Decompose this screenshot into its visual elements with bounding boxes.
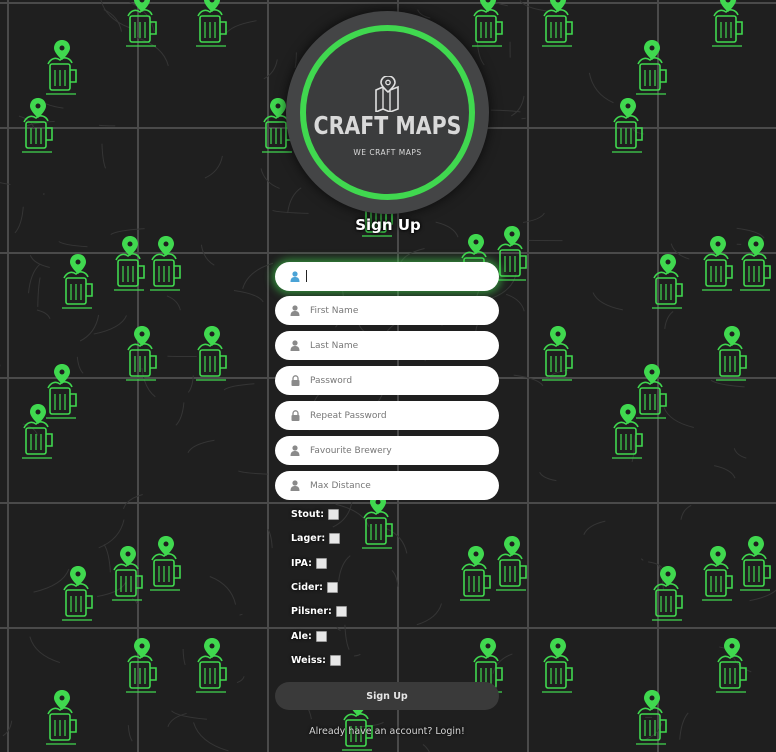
logo-badge: CRAFT MAPS WE CRAFT MAPS: [286, 11, 489, 214]
last-name-input[interactable]: [310, 340, 480, 351]
last-name-field[interactable]: [275, 331, 499, 360]
repeat-password-field[interactable]: [275, 401, 499, 430]
checkbox-label: Weiss:: [291, 654, 326, 666]
repeat-password-input[interactable]: [310, 410, 480, 421]
user-icon: [289, 445, 301, 457]
lager-checkbox[interactable]: [329, 532, 341, 544]
checkbox-label: Ale:: [291, 630, 312, 642]
page-title: Sign Up: [355, 216, 421, 234]
pilsner-option: Pilsner:: [291, 604, 347, 618]
text-caret: [306, 270, 307, 282]
lock-icon: [289, 375, 301, 387]
lager-option: Lager:: [291, 531, 341, 545]
map-pin-icon: [375, 76, 399, 112]
first-name-field[interactable]: [275, 296, 499, 325]
logo-title: CRAFT MAPS: [313, 111, 462, 140]
user-icon: [289, 340, 301, 352]
first-name-input[interactable]: [310, 305, 480, 316]
checkbox-label: Lager:: [291, 532, 326, 544]
user-icon: [289, 271, 301, 283]
password-field[interactable]: [275, 366, 499, 395]
username-field[interactable]: [275, 262, 499, 291]
cider-option: Cider:: [291, 580, 338, 594]
checkbox-label: IPA:: [291, 557, 312, 569]
password-input[interactable]: [310, 375, 480, 386]
login-link[interactable]: Already have an account? Login!: [275, 726, 499, 737]
favourite-brewery-input[interactable]: [310, 445, 480, 456]
weiss-checkbox[interactable]: [329, 654, 341, 666]
sign-up-button[interactable]: Sign Up: [275, 682, 499, 710]
checkbox-label: Cider:: [291, 581, 323, 593]
max-distance-field[interactable]: [275, 471, 499, 500]
stout-checkbox[interactable]: [328, 508, 340, 520]
ipa-checkbox[interactable]: [315, 557, 327, 569]
pilsner-checkbox[interactable]: [335, 605, 347, 617]
user-icon: [289, 480, 301, 492]
ale-option: Ale:: [291, 629, 327, 643]
checkbox-label: Pilsner:: [291, 605, 332, 617]
logo-tagline: WE CRAFT MAPS: [353, 148, 422, 157]
checkbox-label: Stout:: [291, 508, 325, 520]
favourite-brewery-field[interactable]: [275, 436, 499, 465]
cider-checkbox[interactable]: [326, 581, 338, 593]
max-distance-input[interactable]: [310, 480, 480, 491]
username-input[interactable]: [310, 271, 480, 282]
stout-option: Stout:: [291, 507, 340, 521]
ipa-option: IPA:: [291, 556, 327, 570]
ale-checkbox[interactable]: [315, 630, 327, 642]
user-icon: [289, 305, 301, 317]
lock-icon: [289, 410, 301, 422]
weiss-option: Weiss:: [291, 653, 341, 667]
